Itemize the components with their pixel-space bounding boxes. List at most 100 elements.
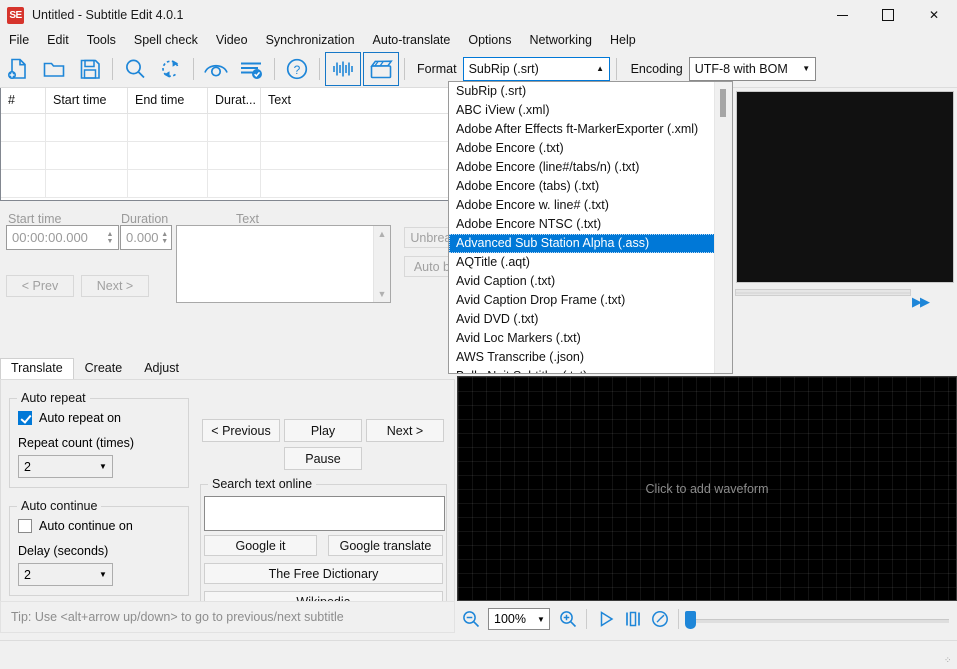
format-option[interactable]: Avid Loc Markers (.txt): [449, 329, 717, 348]
chevron-down-icon[interactable]: ▼: [533, 615, 549, 624]
volume-slider-thumb[interactable]: [685, 611, 696, 629]
open-file-button[interactable]: [37, 53, 71, 85]
scrollbar-thumb[interactable]: [720, 89, 726, 117]
duration-stepper[interactable]: ▲ ▼: [159, 226, 171, 249]
next-button[interactable]: Next >: [366, 419, 444, 442]
column-header-start-time[interactable]: Start time: [46, 88, 128, 114]
format-option[interactable]: SubRip (.srt): [449, 82, 717, 101]
menu-edit[interactable]: Edit: [38, 31, 78, 49]
repeat-count-combobox[interactable]: 2 ▼: [18, 455, 113, 478]
auto-repeat-checkbox[interactable]: [18, 411, 32, 425]
google-translate-button[interactable]: Google translate: [328, 535, 443, 556]
video-player-panel[interactable]: [733, 88, 957, 314]
column-header-duration[interactable]: Durat...: [208, 88, 261, 114]
visual-sync-button[interactable]: [199, 53, 233, 85]
menu-options[interactable]: Options: [459, 31, 520, 49]
set-start-button[interactable]: [619, 606, 646, 632]
format-option[interactable]: Advanced Sub Station Alpha (.ass): [449, 234, 717, 253]
chevron-down-icon[interactable]: ▼: [798, 58, 815, 80]
resize-grip[interactable]: ⁘: [944, 656, 954, 666]
format-option[interactable]: Adobe Encore w. line# (.txt): [449, 196, 717, 215]
delay-combobox[interactable]: 2 ▼: [18, 563, 113, 586]
replace-button[interactable]: [154, 53, 188, 85]
menu-synchronization[interactable]: Synchronization: [257, 31, 364, 49]
menu-video[interactable]: Video: [207, 31, 257, 49]
format-option[interactable]: Adobe Encore (line#/tabs/n) (.txt): [449, 158, 717, 177]
format-option[interactable]: AWS Transcribe (.json): [449, 348, 717, 367]
subtitle-text-value[interactable]: [177, 226, 373, 302]
format-combobox[interactable]: SubRip (.srt) ▲: [462, 56, 610, 81]
start-time-input[interactable]: 00:00:00.000 ▲ ▼: [6, 225, 119, 250]
fast-forward-icon[interactable]: ▶▶: [912, 294, 930, 310]
tab-translate[interactable]: Translate: [0, 358, 74, 380]
toggle-waveform-button[interactable]: [325, 51, 361, 86]
minimize-button[interactable]: [819, 0, 865, 30]
tab-adjust[interactable]: Adjust: [133, 358, 190, 380]
help-button[interactable]: ?: [280, 53, 314, 85]
playback-speed-button[interactable]: [646, 606, 673, 632]
play-waveform-button[interactable]: [592, 606, 619, 632]
format-option[interactable]: Avid DVD (.txt): [449, 310, 717, 329]
waveform-panel[interactable]: Click to add waveform: [457, 376, 957, 601]
format-option[interactable]: Adobe Encore NTSC (.txt): [449, 215, 717, 234]
start-time-stepper[interactable]: ▲ ▼: [102, 226, 118, 249]
maximize-button[interactable]: [865, 0, 911, 30]
spin-up-icon[interactable]: ▲: [161, 231, 168, 238]
format-option[interactable]: Avid Caption (.txt): [449, 272, 717, 291]
prev-subtitle-button[interactable]: < Prev: [6, 275, 74, 297]
spin-down-icon[interactable]: ▼: [161, 238, 168, 245]
close-button[interactable]: ✕: [911, 0, 957, 30]
zoom-out-button[interactable]: [457, 606, 484, 632]
auto-continue-checkbox[interactable]: [18, 519, 32, 533]
menu-file[interactable]: File: [0, 31, 38, 49]
previous-button[interactable]: < Previous: [202, 419, 280, 442]
video-progress-bar[interactable]: [735, 289, 911, 296]
encoding-combobox[interactable]: UTF-8 with BOM ▼: [688, 56, 816, 81]
new-file-button[interactable]: [1, 53, 35, 85]
google-it-button[interactable]: Google it: [204, 535, 317, 556]
volume-slider-track[interactable]: [691, 619, 949, 623]
spin-up-icon[interactable]: ▲: [107, 231, 114, 238]
video-surface[interactable]: [736, 91, 954, 283]
column-header-number[interactable]: #: [1, 88, 46, 114]
play-button[interactable]: Play: [284, 419, 362, 442]
tab-create[interactable]: Create: [73, 358, 134, 380]
subtitle-text-input[interactable]: ▲ ▼: [176, 225, 391, 303]
format-option[interactable]: AQTitle (.aqt): [449, 253, 717, 272]
free-dictionary-button[interactable]: The Free Dictionary: [204, 563, 443, 584]
format-dropdown-scrollbar[interactable]: [714, 82, 732, 373]
search-text-input[interactable]: [204, 496, 445, 531]
scroll-up-icon[interactable]: ▲: [378, 229, 387, 239]
menu-auto-translate[interactable]: Auto-translate: [364, 31, 460, 49]
toggle-video-button[interactable]: [363, 51, 399, 86]
zoom-in-button[interactable]: [554, 606, 581, 632]
chevron-up-icon[interactable]: ▲: [592, 58, 609, 80]
volume-slider[interactable]: [681, 611, 951, 629]
format-option[interactable]: ABC iView (.xml): [449, 101, 717, 120]
spin-down-icon[interactable]: ▼: [107, 238, 114, 245]
format-option[interactable]: Adobe Encore (tabs) (.txt): [449, 177, 717, 196]
format-option[interactable]: Adobe After Effects ft-MarkerExporter (.…: [449, 120, 717, 139]
format-option[interactable]: Belle Nuit Subtitler (.txt): [449, 367, 717, 373]
zoom-level-combobox[interactable]: 100% ▼: [488, 608, 550, 630]
text-scrollbar[interactable]: ▲ ▼: [373, 226, 390, 302]
menu-tools[interactable]: Tools: [78, 31, 125, 49]
duration-input[interactable]: 0.000 ▲ ▼: [120, 225, 172, 250]
auto-continue-checkbox-row[interactable]: Auto continue on: [18, 519, 133, 533]
menu-help[interactable]: Help: [601, 31, 645, 49]
column-header-end-time[interactable]: End time: [128, 88, 208, 114]
next-subtitle-button[interactable]: Next >: [81, 275, 149, 297]
save-button[interactable]: [73, 53, 107, 85]
menu-spell-check[interactable]: Spell check: [125, 31, 207, 49]
scroll-down-icon[interactable]: ▼: [378, 289, 387, 299]
format-option[interactable]: Adobe Encore (.txt): [449, 139, 717, 158]
menu-networking[interactable]: Networking: [520, 31, 601, 49]
find-button[interactable]: [118, 53, 152, 85]
chevron-down-icon[interactable]: ▼: [94, 462, 112, 471]
auto-repeat-checkbox-row[interactable]: Auto repeat on: [18, 411, 121, 425]
format-option[interactable]: Avid Caption Drop Frame (.txt): [449, 291, 717, 310]
spell-check-button[interactable]: [235, 53, 269, 85]
pause-button[interactable]: Pause: [284, 447, 362, 470]
chevron-down-icon[interactable]: ▼: [94, 570, 112, 579]
format-dropdown-list[interactable]: SubRip (.srt) ABC iView (.xml) Adobe After…: [448, 81, 733, 374]
